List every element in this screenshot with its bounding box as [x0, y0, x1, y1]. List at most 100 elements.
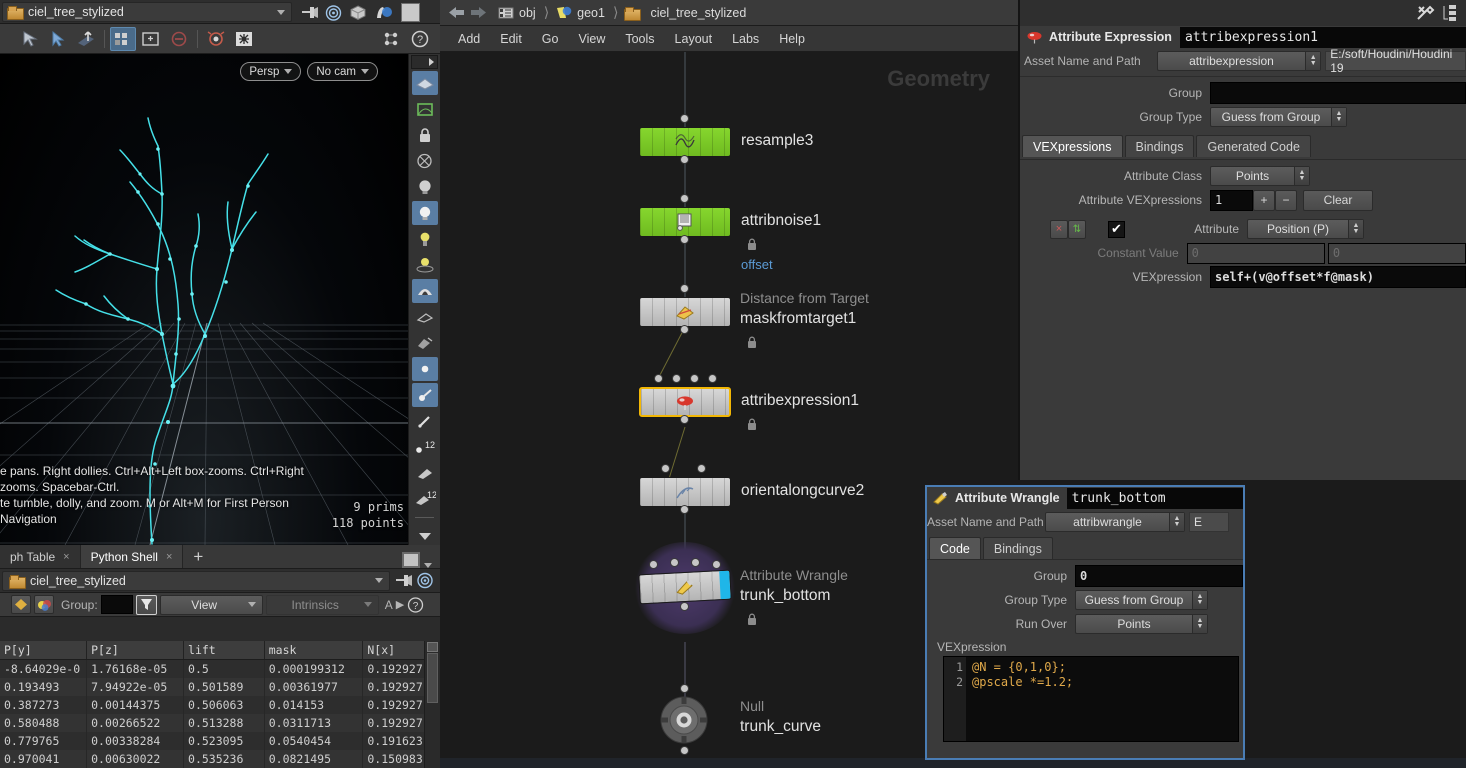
wrangle-run-over-select[interactable]: Points ▲ ▼ [1075, 614, 1208, 634]
table-cell[interactable]: 0.0540454 [264, 731, 364, 750]
maximize-pane-icon[interactable] [402, 552, 420, 568]
breadcrumb-item-geo1[interactable]: geo1 [551, 2, 611, 24]
point-display-icon[interactable] [411, 357, 438, 381]
settings-tool-icon[interactable] [231, 27, 257, 51]
table-cell[interactable]: 0.580488 [0, 713, 88, 732]
node-body[interactable] [639, 387, 731, 417]
node-output-connector[interactable] [680, 746, 689, 755]
target-icon[interactable] [416, 572, 434, 589]
table-column-header[interactable]: P[z] [86, 641, 185, 660]
node-body[interactable] [660, 696, 708, 744]
table-cell[interactable]: 0.0311713 [264, 713, 364, 732]
table-column-header[interactable]: lift [183, 641, 265, 660]
table-cell[interactable]: 0.501589 [183, 677, 265, 696]
constant-value-input-0[interactable]: 0 [1186, 242, 1325, 264]
code-text[interactable]: @N = {0,1,0}; @pscale *=1.2; [966, 657, 1238, 741]
node-output-connector[interactable] [680, 155, 689, 164]
enable-checkbox[interactable]: ✔ [1108, 220, 1125, 238]
node-input-connector[interactable] [712, 560, 721, 569]
menu-tools[interactable]: Tools [615, 26, 664, 52]
wrangle-tab-bindings[interactable]: Bindings [982, 537, 1053, 559]
table-cell[interactable]: 0.000199312 [264, 659, 364, 678]
attribute-wrangle-dialog[interactable]: Attribute Wrangle trunk_bottom Asset Nam… [925, 485, 1245, 760]
node-maskfromtarget1[interactable]: Distance from Target maskfromtarget1 [639, 284, 869, 348]
paint-icon[interactable] [412, 331, 438, 355]
table-cell[interactable]: 7.94922e-05 [86, 677, 185, 696]
tab-vexpressions[interactable]: VEXpressions [1022, 135, 1123, 157]
view-select[interactable]: View [159, 594, 263, 615]
uv-icon[interactable] [412, 97, 438, 121]
no-ghost-icon[interactable] [412, 149, 438, 173]
spinner-icon[interactable]: ▲ ▼ [1331, 108, 1346, 126]
menu-add[interactable]: Add [448, 26, 490, 52]
normals-icon[interactable] [411, 383, 438, 407]
table-cell[interactable]: 0.5 [183, 659, 265, 678]
wrangle-node-name-input[interactable]: trunk_bottom [1066, 487, 1243, 509]
menu-help[interactable]: Help [769, 26, 815, 52]
vexpression-input[interactable]: self+(v@offset*f@mask) [1210, 266, 1466, 288]
node-output-connector[interactable] [680, 325, 689, 334]
table-cell[interactable]: 0.506063 [183, 695, 265, 714]
table-row[interactable]: 0.970041 0.00630022 0.535236 0.0821495 0.150… [0, 749, 440, 768]
cube-icon[interactable] [349, 4, 367, 21]
attribute-class-select[interactable]: Points ▲ ▼ [1210, 166, 1310, 186]
node-body[interactable] [638, 569, 732, 605]
node-input-connector[interactable] [680, 684, 689, 693]
close-icon[interactable]: × [166, 551, 172, 563]
menu-labs[interactable]: Labs [722, 26, 769, 52]
node-body[interactable] [639, 477, 731, 507]
node-input-connector[interactable] [680, 194, 689, 203]
spinner-icon[interactable]: ▲ ▼ [1348, 220, 1363, 238]
detail-attrib-icon[interactable] [34, 595, 54, 614]
table-cell[interactable]: 0.513288 [183, 713, 265, 732]
tab-generated-code[interactable]: Generated Code [1196, 135, 1311, 157]
node-input-connector[interactable] [649, 560, 658, 569]
area-light-icon[interactable] [412, 253, 438, 277]
viewport-toolbar-expand[interactable] [411, 55, 438, 69]
table-cell[interactable]: 0.00144375 [86, 695, 185, 714]
spinner-icon[interactable]: ▲ ▼ [1305, 52, 1321, 70]
tree-icon[interactable] [1441, 4, 1458, 22]
node-input-connector[interactable] [691, 558, 700, 567]
node-display-flag[interactable] [719, 570, 731, 600]
breadcrumb-item-current[interactable]: ciel_tree_stylized [620, 2, 752, 24]
node-attribexpression1[interactable]: attribexpression1 [639, 374, 859, 430]
material-icon[interactable] [374, 5, 394, 21]
menu-view[interactable]: View [568, 26, 615, 52]
group-input[interactable] [100, 595, 133, 614]
env-light-icon[interactable] [411, 279, 438, 303]
wrangle-asset-path-input[interactable]: E [1189, 511, 1229, 532]
wrangle-group-input[interactable]: 0 [1075, 565, 1243, 587]
chevron-down-icon[interactable] [375, 578, 383, 583]
tools-icon[interactable] [1415, 4, 1435, 22]
lock-icon[interactable] [746, 613, 757, 625]
spreadsheet-table[interactable]: P[y] P[z] lift mask N[x] -8.64029e-0 1.76168e… [0, 641, 440, 768]
table-cell[interactable]: 0.00630022 [86, 749, 185, 768]
node-input-connector[interactable] [690, 374, 699, 383]
table-cell[interactable]: 0.0821495 [264, 749, 364, 768]
select-arrow-tool-icon[interactable] [17, 27, 43, 51]
node-input-connector[interactable] [654, 374, 663, 383]
breadcrumb-item-obj[interactable]: obj [494, 2, 542, 24]
node-output-connector[interactable] [680, 235, 689, 244]
menu-go[interactable]: Go [532, 26, 569, 52]
back-arrow-icon[interactable] [446, 4, 466, 22]
table-cell[interactable]: 0.00266522 [86, 713, 185, 732]
node-name-input[interactable]: attribexpression1 [1179, 26, 1466, 48]
node-orientalongcurve2[interactable]: orientalongcurve2 [639, 464, 864, 514]
node-body[interactable] [639, 207, 731, 237]
light-off-icon[interactable] [412, 175, 438, 199]
table-cell[interactable]: 0.779765 [0, 731, 88, 750]
wrangle-asset-name-select[interactable]: attribwrangle ▲ ▼ [1045, 511, 1185, 532]
tab-bindings[interactable]: Bindings [1124, 135, 1195, 157]
node-trunk-curve[interactable]: Null trunk_curve [639, 684, 821, 755]
remove-vexpression-button[interactable]: − [1275, 189, 1297, 211]
clear-vexpressions-button[interactable]: Clear [1303, 189, 1373, 211]
node-output-connector[interactable] [680, 505, 689, 514]
safe-area-tool-icon[interactable] [203, 27, 229, 51]
wrangle-group-type-select[interactable]: Guess from Group ▲ ▼ [1075, 590, 1208, 610]
point-light-icon[interactable] [412, 227, 438, 251]
lock-icon[interactable] [746, 336, 757, 348]
table-cell[interactable]: 0.970041 [0, 749, 88, 768]
add-tab-button[interactable]: + [183, 545, 213, 568]
